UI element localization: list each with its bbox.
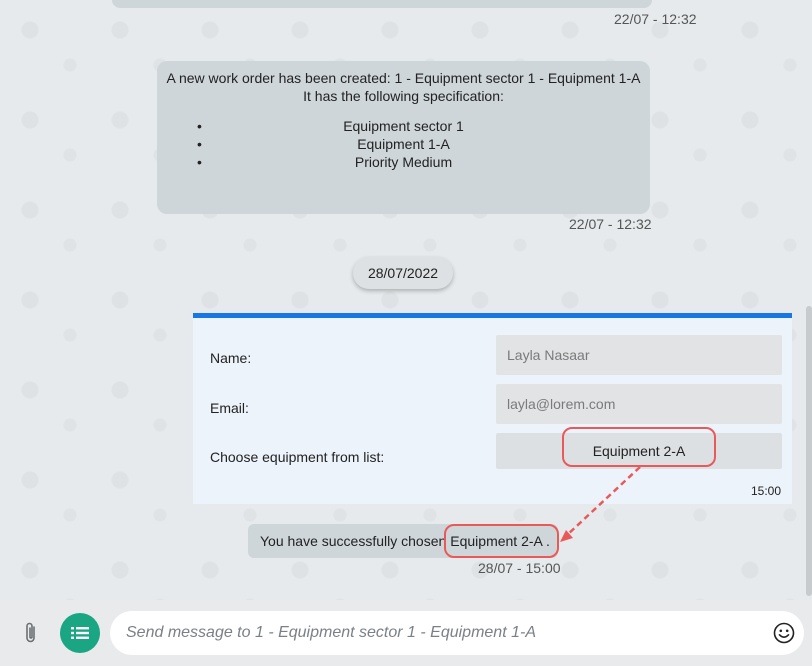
message-timestamp: 22/07 - 12:32 [614,11,697,27]
smiley-icon [773,622,795,644]
message-input-placeholder: Send message to 1 - Equipment sector 1 -… [126,624,536,641]
form-timestamp: 15:00 [750,484,781,498]
paperclip-icon [26,622,35,643]
emoji-button[interactable] [772,621,796,645]
date-separator: 28/07/2022 [353,257,453,289]
name-field[interactable]: Layla Nasaar [496,335,782,375]
message-input[interactable]: Send message to 1 - Equipment sector 1 -… [110,611,804,655]
spec-item: Equipment sector 1 [157,117,650,135]
name-label: Name: [210,350,252,366]
spec-item: Priority Medium [157,153,650,171]
menu-button[interactable] [60,613,100,653]
chat-scrollbar[interactable] [806,306,812,596]
highlight-selection-outline [562,427,716,467]
highlight-confirmation-outline [444,524,559,558]
spec-list: Equipment sector 1 Equipment 1-A Priorit… [157,117,650,171]
email-field[interactable]: layla@lorem.com [496,384,782,424]
attach-button[interactable] [18,620,44,646]
spec-item: Equipment 1-A [157,135,650,153]
equipment-label: Choose equipment from list: [210,449,385,465]
equipment-form-card: Name: Layla Nasaar Email: layla@lorem.co… [193,313,792,504]
work-order-message: A new work order has been created: 1 - E… [157,61,650,214]
email-label: Email: [210,400,249,416]
confirmation-prefix: You have successfully chosen [260,533,447,549]
message-timestamp: 28/07 - 15:00 [478,560,561,576]
work-order-line: A new work order has been created: 1 - E… [166,70,641,86]
work-order-spec-line: It has the following specification: [303,88,504,104]
message-timestamp: 22/07 - 12:32 [569,216,652,232]
previous-message-bubble [112,0,652,8]
list-icon [71,627,89,639]
